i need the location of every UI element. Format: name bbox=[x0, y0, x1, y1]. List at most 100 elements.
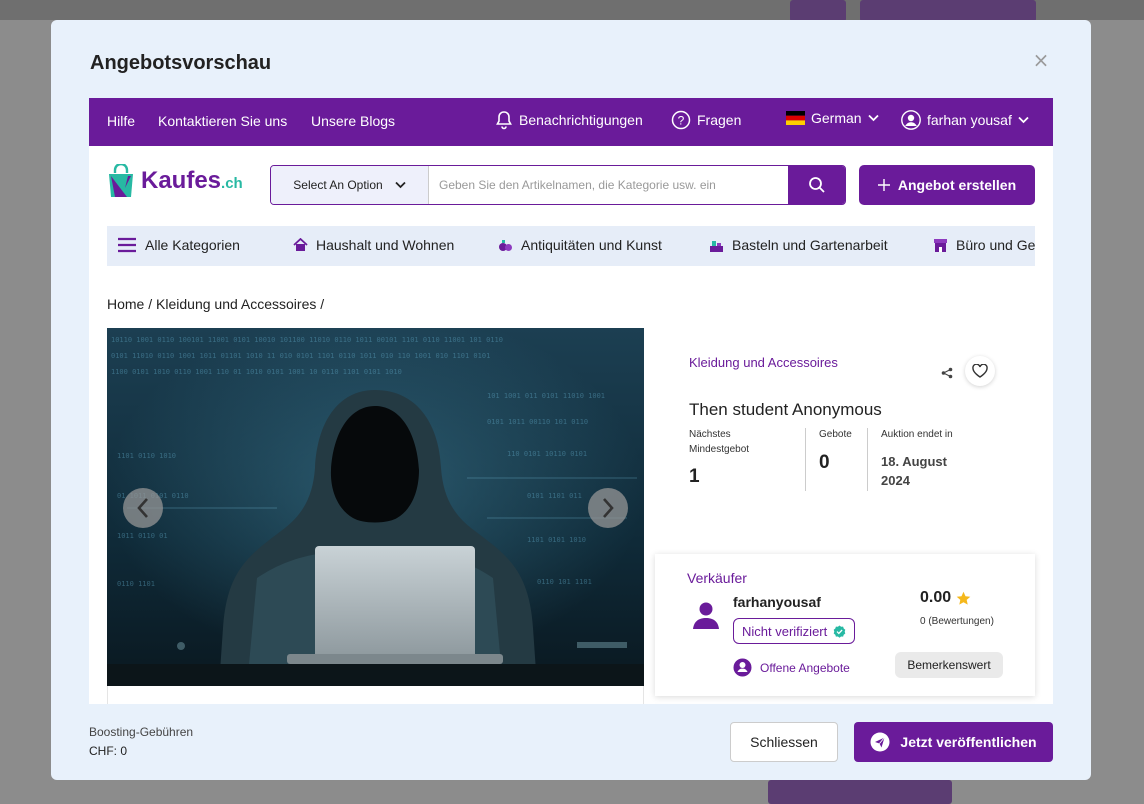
logo-text: Kaufes.ch bbox=[141, 167, 243, 194]
open-offers-label: Offene Angebote bbox=[760, 660, 850, 675]
category-item-all[interactable]: Alle Kategorien bbox=[117, 237, 240, 253]
listing-preview-modal: Angebotsvorschau × Hilfe Kontaktieren Si… bbox=[51, 20, 1091, 780]
bell-icon bbox=[496, 111, 512, 130]
svg-text:110 0101 10110 0101: 110 0101 10110 0101 bbox=[507, 450, 587, 458]
product-category-link[interactable]: Kleidung und Accessoires bbox=[689, 355, 838, 370]
carousel-thumbnail-strip bbox=[107, 686, 644, 704]
product-image: 10110 1001 0110 100101 11001 0101 10010 … bbox=[107, 328, 644, 686]
search-input[interactable] bbox=[429, 166, 788, 204]
background-button bbox=[790, 0, 846, 22]
publish-label: Jetzt veröffentlichen bbox=[900, 734, 1037, 750]
product-image-carousel[interactable]: 10110 1001 0110 100101 11001 0101 10010 … bbox=[107, 328, 644, 686]
background-button bbox=[860, 0, 1036, 22]
category-item-household[interactable]: Haushalt und Wohnen bbox=[293, 237, 454, 253]
listing-preview: Hilfe Kontaktieren Sie uns Unsere Blogs … bbox=[89, 98, 1053, 704]
bids-label: Gebote bbox=[819, 429, 852, 440]
verification-label: Nicht verifiziert bbox=[742, 623, 828, 639]
share-icon bbox=[941, 367, 953, 379]
seller-card: Verkäufer farhanyousaf Nicht verifiziert… bbox=[655, 554, 1035, 696]
germany-flag-icon bbox=[786, 111, 805, 125]
svg-text:0101 1011 00110 101 0110: 0101 1011 00110 101 0110 bbox=[487, 418, 588, 426]
favorite-button[interactable] bbox=[965, 356, 995, 386]
shopping-bag-logo-icon bbox=[109, 164, 133, 197]
send-icon bbox=[870, 732, 890, 752]
category-label: Antiquitäten und Kunst bbox=[521, 237, 662, 253]
carousel-next-button[interactable] bbox=[588, 488, 628, 528]
language-selector[interactable]: German bbox=[786, 110, 879, 126]
category-label: Alle Kategorien bbox=[145, 237, 240, 253]
seller-heading: Verkäufer bbox=[687, 570, 747, 586]
svg-text:0101 1101 011: 0101 1101 011 bbox=[527, 492, 582, 500]
stat-divider bbox=[867, 428, 868, 491]
breadcrumb-separator: / bbox=[148, 296, 157, 312]
search-bar: Select An Option bbox=[270, 165, 846, 205]
background-button bbox=[768, 780, 952, 804]
help-link[interactable]: Hilfe bbox=[107, 113, 135, 129]
category-item-antiques[interactable]: Antiquitäten und Kunst bbox=[498, 237, 662, 253]
create-offer-label: Angebot erstellen bbox=[897, 177, 1017, 193]
open-offers-link[interactable]: Offene Angebote bbox=[733, 658, 850, 677]
share-button[interactable] bbox=[941, 364, 953, 383]
publish-button[interactable]: Jetzt veröffentlichen bbox=[854, 722, 1053, 762]
category-select[interactable]: Select An Option bbox=[271, 166, 429, 204]
breadcrumb: Home / Kleidung und Accessoires / bbox=[107, 296, 324, 312]
boosting-fee-value: CHF: 0 bbox=[89, 744, 128, 758]
crafts-icon bbox=[710, 240, 723, 252]
avatar bbox=[691, 600, 721, 634]
offers-icon bbox=[733, 658, 752, 677]
chevron-down-icon bbox=[395, 181, 406, 189]
contact-link[interactable]: Kontaktieren Sie uns bbox=[158, 113, 287, 129]
user-name: farhan yousaf bbox=[927, 112, 1012, 128]
category-item-crafts[interactable]: Basteln und Gartenarbeit bbox=[709, 237, 888, 253]
svg-text:10110 1001 0110 100101 11001 0: 10110 1001 0110 100101 11001 0101 10010 … bbox=[111, 336, 503, 344]
category-select-label: Select An Option bbox=[293, 178, 383, 192]
svg-text:0110 1101: 0110 1101 bbox=[117, 580, 155, 588]
svg-text:1011 0110 01: 1011 0110 01 bbox=[117, 532, 168, 540]
user-menu[interactable]: farhan yousaf bbox=[901, 110, 1029, 130]
svg-text:0110 101 1101: 0110 101 1101 bbox=[537, 578, 592, 586]
language-label: German bbox=[811, 110, 862, 126]
site-logo[interactable]: Kaufes.ch bbox=[107, 164, 243, 198]
carousel-prev-button[interactable] bbox=[123, 488, 163, 528]
verified-check-icon bbox=[833, 625, 846, 638]
search-button[interactable] bbox=[788, 166, 845, 204]
verification-badge: Nicht verifiziert bbox=[733, 618, 856, 644]
questions-label: Fragen bbox=[697, 112, 742, 128]
seller-name[interactable]: farhanyousaf bbox=[733, 594, 821, 610]
stat-divider bbox=[805, 428, 806, 491]
notifications-link[interactable]: Benachrichtigungen bbox=[495, 110, 643, 130]
search-icon bbox=[808, 177, 825, 193]
plus-icon bbox=[877, 179, 890, 191]
breadcrumb-separator: / bbox=[320, 296, 325, 312]
review-count: 0 (Bewertungen) bbox=[920, 616, 994, 627]
min-bid-value: 1 bbox=[689, 466, 700, 487]
svg-text:1101 0101 1010: 1101 0101 1010 bbox=[527, 536, 586, 544]
chevron-right-icon bbox=[603, 498, 614, 518]
questions-link[interactable]: ? Fragen bbox=[671, 110, 741, 130]
notable-badge: Bemerkenswert bbox=[895, 652, 1003, 678]
blogs-link[interactable]: Unsere Blogs bbox=[311, 113, 395, 129]
top-bar: Hilfe Kontaktieren Sie uns Unsere Blogs … bbox=[89, 98, 1053, 146]
svg-text:101 1001 011 0101 11010 1001: 101 1001 011 0101 11010 1001 bbox=[487, 392, 605, 400]
heart-icon bbox=[972, 364, 988, 378]
category-label: Haushalt und Wohnen bbox=[316, 237, 455, 253]
min-bid-label: Nächstes Mindestgebot bbox=[689, 429, 750, 455]
close-icon[interactable]: × bbox=[1031, 50, 1051, 70]
svg-text:0101 11010 0110 1001 1011 0110: 0101 11010 0110 1001 1011 01101 1010 11 … bbox=[111, 352, 490, 360]
house-icon bbox=[293, 238, 308, 251]
boosting-fee-label: Boosting-Gebühren bbox=[89, 725, 194, 739]
antique-icon bbox=[499, 239, 512, 251]
menu-icon bbox=[118, 237, 136, 253]
breadcrumb-current[interactable]: Kleidung und Accessoires bbox=[156, 296, 316, 312]
product-title: Then student Anonymous bbox=[689, 400, 882, 419]
seller-rating: 0.00 bbox=[920, 589, 971, 607]
close-button[interactable]: Schliessen bbox=[730, 722, 838, 762]
category-label: Büro und Ge bbox=[956, 237, 1035, 253]
category-nav: Alle Kategorien Haushalt und Wohnen Anti… bbox=[107, 226, 1035, 266]
user-icon bbox=[693, 602, 719, 629]
create-offer-button[interactable]: Angebot erstellen bbox=[859, 165, 1035, 205]
category-item-office[interactable]: Büro und Ge bbox=[933, 237, 1035, 253]
breadcrumb-home[interactable]: Home bbox=[107, 296, 144, 312]
modal-title: Angebotsvorschau bbox=[90, 52, 272, 74]
svg-text:1101 0110 1010: 1101 0110 1010 bbox=[117, 452, 176, 460]
